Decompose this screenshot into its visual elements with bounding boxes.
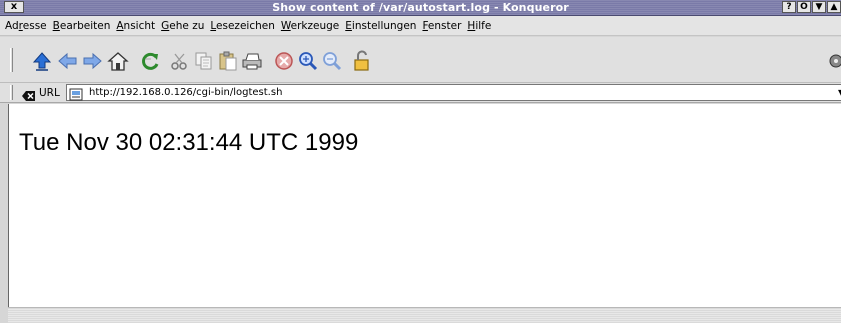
paste-icon[interactable] (216, 50, 240, 72)
back-arrow-icon[interactable] (56, 50, 80, 72)
sticky-button[interactable]: O (797, 1, 811, 13)
copy-icon[interactable] (192, 50, 216, 72)
url-label: URL (39, 87, 60, 99)
menu-bar: Adresse Bearbeiten Ansicht Gehe zu Lesezeich… (0, 16, 841, 36)
konqueror-gear-icon[interactable] (827, 51, 841, 71)
zoom-out-icon[interactable] (320, 50, 344, 72)
sidebar-edge (0, 104, 8, 307)
menu-fenster[interactable]: Fenster (422, 20, 461, 32)
menu-adresse[interactable]: Adresse (5, 20, 47, 32)
menu-lesezeichen[interactable]: Lesezeichen (210, 20, 275, 32)
window-title: Show content of /var/autostart.log - Kon… (272, 1, 569, 14)
menu-bearbeiten[interactable]: Bearbeiten (53, 20, 111, 32)
toolbar-handle[interactable] (10, 48, 13, 72)
page-content: Tue Nov 30 02:31:44 UTC 1999 (8, 104, 841, 307)
security-lock-icon[interactable] (350, 50, 374, 72)
location-bar: URL http://192.168.0.126/cgi-bin/logtest… (0, 83, 841, 103)
menu-ansicht[interactable]: Ansicht (116, 20, 155, 32)
zoom-in-icon[interactable] (296, 50, 320, 72)
maximize-button[interactable]: ▲ (827, 1, 841, 13)
forward-arrow-icon[interactable] (80, 50, 104, 72)
cut-icon[interactable] (168, 50, 192, 72)
home-icon[interactable] (106, 50, 130, 72)
url-input[interactable]: http://192.168.0.126/cgi-bin/logtest.sh … (66, 84, 841, 101)
menu-werkzeuge[interactable]: Werkzeuge (281, 20, 339, 32)
menu-einstellungen[interactable]: Einstellungen (345, 20, 416, 32)
reload-icon[interactable] (138, 50, 162, 72)
print-icon[interactable] (240, 50, 264, 72)
menu-hilfe[interactable]: Hilfe (467, 20, 491, 32)
log-output-text: Tue Nov 30 02:31:44 UTC 1999 (19, 129, 359, 156)
title-bar[interactable]: x Show content of /var/autostart.log - K… (0, 0, 841, 16)
up-arrow-icon[interactable] (30, 50, 54, 72)
clear-location-icon[interactable] (22, 87, 36, 101)
status-bar (8, 307, 841, 323)
main-toolbar (0, 37, 841, 83)
help-button[interactable]: ? (782, 1, 796, 13)
menu-gehe-zu[interactable]: Gehe zu (161, 20, 204, 32)
location-bar-handle[interactable] (10, 85, 13, 100)
url-text: http://192.168.0.126/cgi-bin/logtest.sh (89, 87, 283, 98)
stop-icon[interactable] (272, 50, 296, 72)
page-favicon-icon (69, 86, 84, 101)
window-buttons: ? O ▼ ▲ (782, 1, 841, 13)
minimize-button[interactable]: ▼ (812, 1, 826, 13)
